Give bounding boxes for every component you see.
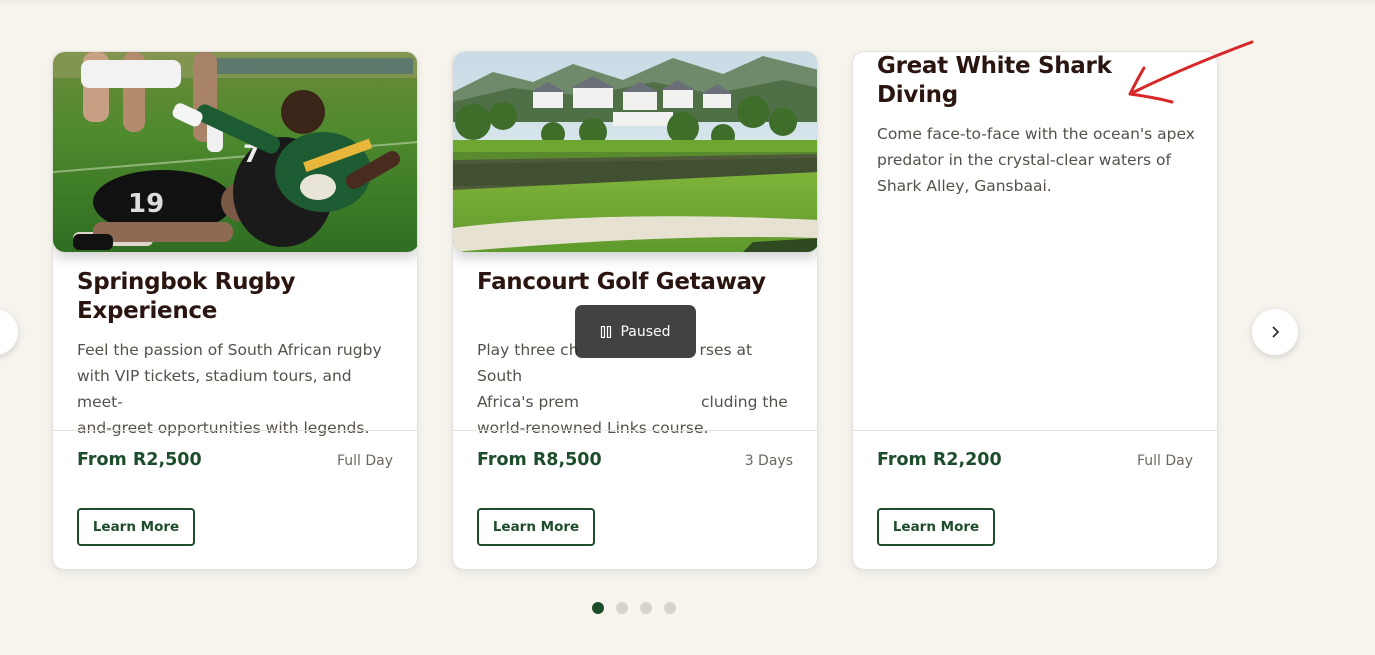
card-description: Feel the passion of South African rugby … <box>77 341 382 437</box>
carousel-pagination <box>592 602 676 616</box>
svg-text:19: 19 <box>128 189 164 219</box>
pause-icon <box>601 325 612 338</box>
card-image-rugby: 19 7 <box>53 52 417 252</box>
pagination-dot[interactable] <box>592 602 604 614</box>
card-duration: 3 Days <box>744 453 793 469</box>
card-price: From R8,500 <box>477 450 602 470</box>
experience-carousel: 19 7 Springbok Rugby Experience Feel the… <box>0 0 1375 655</box>
annotation-arrow-icon <box>1128 40 1254 104</box>
pagination-dot[interactable] <box>640 602 652 614</box>
card-price: From R2,500 <box>77 450 202 470</box>
carousel-prev-button[interactable] <box>0 309 18 355</box>
card-duration: Full Day <box>1136 453 1193 469</box>
chevron-left-icon <box>0 326 1 338</box>
pagination-dot[interactable] <box>664 602 676 614</box>
learn-more-button[interactable]: Learn More <box>877 508 995 546</box>
paused-label: Paused <box>620 323 671 340</box>
experience-card: 19 7 Springbok Rugby Experience Feel the… <box>52 51 418 570</box>
card-description: Come face-to-face with the ocean's apex … <box>877 125 1195 195</box>
card-title: Fancourt Golf Getaway <box>477 269 766 295</box>
card-price: From R2,200 <box>877 450 1002 470</box>
pagination-dot[interactable] <box>616 602 628 614</box>
card-duration: Full Day <box>336 453 393 469</box>
card-divider <box>453 430 817 431</box>
learn-more-button[interactable]: Learn More <box>77 508 195 546</box>
card-divider <box>53 430 417 431</box>
paused-indicator: Paused <box>575 305 696 358</box>
chevron-right-icon <box>1272 326 1280 338</box>
card-image-golf <box>453 52 817 252</box>
card-title: Springbok Rugby Experience <box>77 269 296 324</box>
carousel-next-button[interactable] <box>1252 309 1298 355</box>
experience-card: Great White Shark Diving Come face-to-fa… <box>852 51 1218 570</box>
card-divider <box>853 430 1217 431</box>
learn-more-button[interactable]: Learn More <box>477 508 595 546</box>
